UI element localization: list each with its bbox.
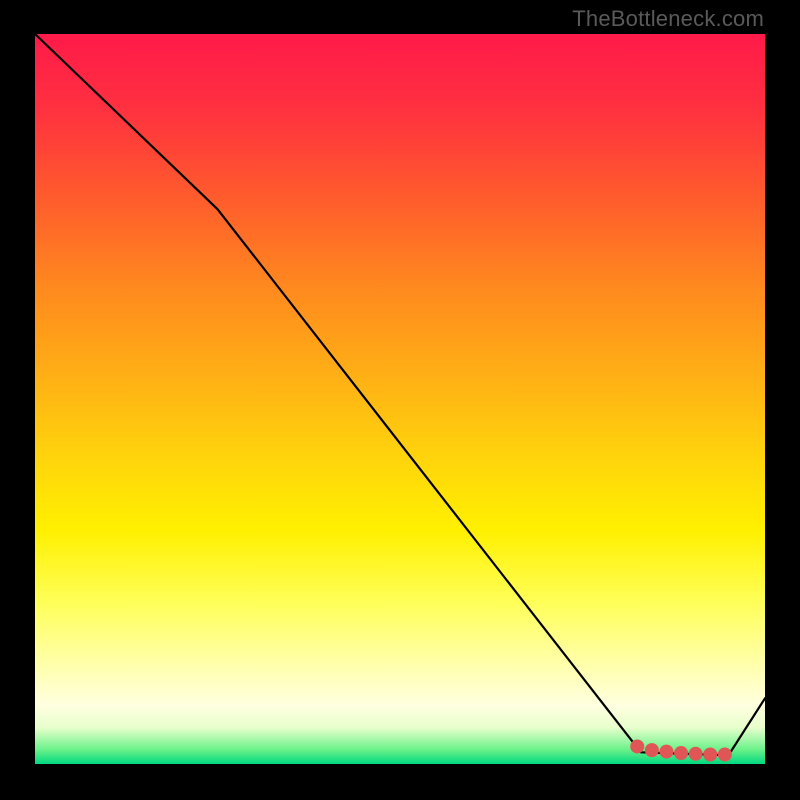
- marker-dot: [703, 748, 717, 762]
- marker-group: [630, 739, 732, 761]
- marker-dot: [689, 747, 703, 761]
- plot-area: [35, 34, 765, 764]
- marker-dot: [718, 748, 732, 762]
- series-curve: [35, 34, 765, 755]
- chart-svg: [35, 34, 765, 764]
- attribution-text: TheBottleneck.com: [572, 6, 764, 32]
- marker-dot: [659, 745, 673, 759]
- marker-dot: [674, 746, 688, 760]
- marker-dot: [630, 739, 644, 753]
- chart-frame: TheBottleneck.com: [0, 0, 800, 800]
- marker-dot: [645, 743, 659, 757]
